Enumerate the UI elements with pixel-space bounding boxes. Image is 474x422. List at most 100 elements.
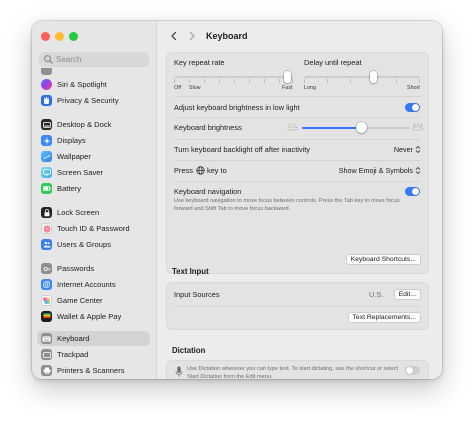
main-pane: Keyboard Key repeat rate Delay until rep… xyxy=(157,21,442,379)
game-center-icon xyxy=(41,295,52,306)
sidebar-item-label: Keyboard xyxy=(57,334,90,343)
printer-icon xyxy=(41,365,52,376)
battery-icon xyxy=(41,183,52,194)
wallpaper-icon xyxy=(41,151,52,162)
globe-key-action-value: Show Emoji & Symbols xyxy=(338,166,413,175)
siri-icon xyxy=(41,79,52,90)
text-replacements-button[interactable]: Text Replacements... xyxy=(347,312,421,323)
press-key-label-after: key to xyxy=(207,166,227,175)
sidebar-partial-icon xyxy=(41,68,52,75)
separator xyxy=(174,139,421,140)
sidebar-item-printers-scanners[interactable]: Printers & Scanners xyxy=(37,363,150,378)
window-controls xyxy=(41,32,78,41)
text-input-card: Input Sources U.S. Edit... Text Replacem… xyxy=(166,282,429,330)
key-repeat-min-label: Off xyxy=(174,85,182,91)
sidebar-item-partial[interactable] xyxy=(37,68,150,76)
sidebar-item-label: Internet Accounts xyxy=(57,280,116,289)
fingerprint-icon xyxy=(41,223,52,234)
separator xyxy=(174,181,421,182)
sidebar-item-keyboard[interactable]: Keyboard xyxy=(37,331,150,346)
input-sources-label: Input Sources xyxy=(174,290,220,299)
sidebar-item-label: Game Center xyxy=(57,296,103,305)
keyboard-icon xyxy=(41,333,52,344)
sidebar-item-label: Displays xyxy=(57,136,86,145)
sidebar-item-siri-spotlight[interactable]: Siri & Spotlight xyxy=(37,77,150,92)
sidebar-item-label: Desktop & Dock xyxy=(57,120,112,129)
dictation-section-title: Dictation xyxy=(172,346,206,355)
settings-window: Search Siri & Spotlight Privacy & Securi… xyxy=(32,21,442,379)
keyboard-navigation-toggle[interactable] xyxy=(405,187,420,196)
sidebar-item-wallpaper[interactable]: Wallpaper xyxy=(37,149,150,164)
sidebar-item-privacy-security[interactable]: Privacy & Security xyxy=(37,93,150,108)
brightness-low-icon xyxy=(287,123,298,131)
sidebar-item-battery[interactable]: Battery xyxy=(37,181,150,196)
sidebar-item-label: Lock Screen xyxy=(57,208,100,217)
at-icon: @ xyxy=(41,279,52,290)
globe-icon xyxy=(196,166,205,175)
toolbar: Keyboard xyxy=(157,21,442,51)
key-repeat-max-label: Fast xyxy=(282,85,293,91)
sidebar-item-touch-id[interactable]: Touch ID & Password xyxy=(37,221,150,236)
sidebar-item-lock-screen[interactable]: Lock Screen xyxy=(37,205,150,220)
sidebar-item-users-groups[interactable]: Users & Groups xyxy=(37,237,150,252)
sidebar-item-label: Battery xyxy=(57,184,82,193)
users-icon xyxy=(41,239,52,250)
globe-key-action-popup[interactable]: Show Emoji & Symbols xyxy=(339,166,421,175)
backlight-off-value: Never xyxy=(393,145,413,154)
sidebar-item-game-center[interactable]: Game Center xyxy=(37,293,150,308)
zoom-window-button[interactable] xyxy=(69,32,78,41)
page-title: Keyboard xyxy=(206,31,248,41)
up-down-chevron-icon xyxy=(415,166,421,175)
keyboard-navigation-description: Use keyboard navigation to move focus be… xyxy=(174,198,400,212)
forward-chevron-icon[interactable] xyxy=(186,30,198,42)
back-chevron-icon[interactable] xyxy=(168,30,180,42)
press-key-label-before: Press xyxy=(174,166,193,175)
key-repeat-label: Key repeat rate xyxy=(174,58,225,67)
delay-repeat-max-label: Short xyxy=(407,85,420,91)
trackpad-icon xyxy=(41,349,52,360)
key-repeat-low-label: Slow xyxy=(189,85,201,91)
sidebar-item-wallet[interactable]: Wallet & Apple Pay xyxy=(37,309,150,324)
keyboard-shortcuts-button[interactable]: Keyboard Shortcuts... xyxy=(345,254,421,265)
adjust-brightness-label: Adjust keyboard brightness in low light xyxy=(174,103,300,112)
screensaver-icon xyxy=(41,167,52,178)
key-repeat-knob[interactable] xyxy=(283,71,291,83)
dock-icon xyxy=(41,119,52,130)
keyboard-navigation-label: Keyboard navigation xyxy=(174,187,242,196)
key-icon xyxy=(41,263,52,274)
delay-repeat-knob[interactable] xyxy=(370,71,378,83)
keyboard-brightness-knob[interactable] xyxy=(355,122,367,133)
display-icon xyxy=(41,135,52,146)
keyboard-brightness-label: Keyboard brightness xyxy=(174,123,242,132)
sidebar-item-label: Privacy & Security xyxy=(57,96,119,105)
dictation-toggle[interactable] xyxy=(405,366,420,375)
separator xyxy=(174,306,421,307)
minimize-window-button[interactable] xyxy=(55,32,64,41)
sidebar: Search Siri & Spotlight Privacy & Securi… xyxy=(32,21,157,379)
separator xyxy=(174,96,421,97)
input-sources-edit-button[interactable]: Edit... xyxy=(393,289,421,300)
sidebar-item-label: Siri & Spotlight xyxy=(57,80,107,89)
sidebar-item-trackpad[interactable]: Trackpad xyxy=(37,347,150,362)
sidebar-item-internet-accounts[interactable]: @ Internet Accounts xyxy=(37,277,150,292)
brightness-high-icon xyxy=(412,123,424,131)
backlight-off-popup[interactable]: Never xyxy=(394,145,421,154)
sidebar-item-displays[interactable]: Displays xyxy=(37,133,150,148)
sidebar-item-label: Touch ID & Password xyxy=(57,224,130,233)
delay-repeat-label: Delay until repeat xyxy=(304,58,362,67)
sidebar-item-passwords[interactable]: Passwords xyxy=(37,261,150,276)
search-icon xyxy=(44,55,53,64)
sidebar-item-desktop-dock[interactable]: Desktop & Dock xyxy=(37,117,150,132)
delay-repeat-min-label: Long xyxy=(304,85,316,91)
text-input-section-title: Text Input xyxy=(172,267,209,276)
search-placeholder: Search xyxy=(56,55,82,64)
up-down-chevron-icon xyxy=(415,145,421,154)
microphone-icon xyxy=(175,366,183,377)
search-field[interactable]: Search xyxy=(39,52,149,67)
input-sources-value: U.S. xyxy=(369,290,384,299)
close-window-button[interactable] xyxy=(41,32,50,41)
sidebar-item-label: Wallpaper xyxy=(57,152,91,161)
adjust-brightness-toggle[interactable] xyxy=(405,103,420,112)
sidebar-item-screen-saver[interactable]: Screen Saver xyxy=(37,165,150,180)
separator xyxy=(174,117,421,118)
